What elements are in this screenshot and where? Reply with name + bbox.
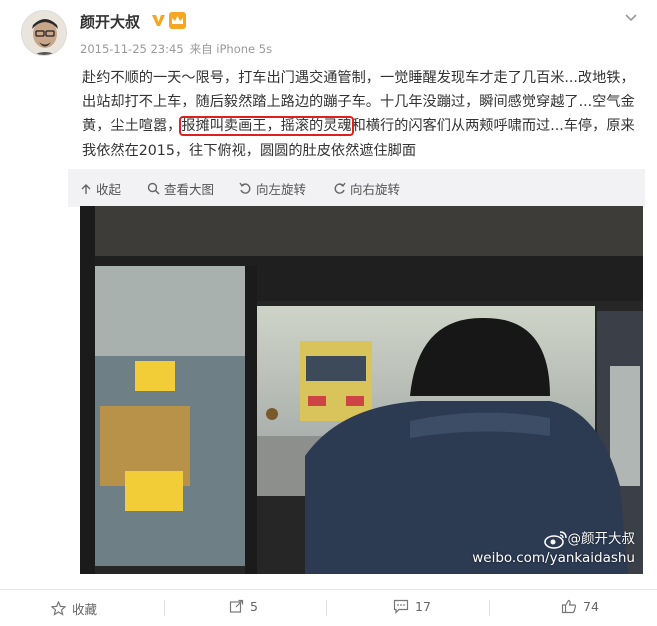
comment-icon — [393, 599, 409, 614]
collapse-button[interactable]: 收起 — [80, 179, 121, 198]
collapse-label: 收起 — [96, 182, 122, 197]
repost-count: 5 — [250, 599, 258, 614]
rotate-right-label: 向右旋转 — [350, 182, 401, 197]
search-icon — [147, 182, 160, 195]
post-text: 赴约不顺的一天～限号，打车出门遇交通管制，一觉睡醒发现车才走了几百米...改地铁… — [82, 66, 644, 163]
favorite-button[interactable]: 收藏 — [51, 599, 97, 618]
avatar[interactable] — [21, 10, 67, 56]
image-toolbar: 收起 查看大图 向左旋转 向右旋转 — [68, 169, 645, 207]
crown-icon[interactable] — [169, 12, 186, 29]
comment-count: 17 — [415, 599, 431, 614]
chevron-down-icon[interactable] — [623, 9, 639, 25]
watermark-handle: @颜开大叔 — [567, 531, 636, 547]
post-photo[interactable]: @颜开大叔 weibo.com/yankaidashu — [80, 206, 643, 574]
favorite-label: 收藏 — [72, 602, 98, 617]
timestamp[interactable]: 2015-11-25 23:45 — [80, 42, 184, 56]
highlighted-text: 报摊叫卖画王，摇滚的灵魂 — [179, 116, 354, 137]
source: 来自 iPhone 5s — [189, 42, 273, 56]
repost-icon — [229, 599, 244, 613]
author-name[interactable]: 颜开大叔 — [80, 11, 140, 32]
photo-watermark: @颜开大叔 weibo.com/yankaidashu — [472, 530, 635, 568]
post-header: 颜开大叔 2015-11-25 23:45 来自 iPhone 5s — [0, 0, 657, 66]
collapse-icon — [81, 183, 91, 194]
star-icon — [51, 601, 66, 616]
separator — [164, 600, 165, 616]
comment-button[interactable]: 17 — [393, 599, 431, 614]
like-button[interactable]: 74 — [561, 599, 599, 614]
post-meta: 2015-11-25 23:45 来自 iPhone 5s — [80, 41, 278, 57]
action-bar: 收藏 5 17 74 — [0, 594, 657, 622]
like-count: 74 — [583, 599, 599, 614]
view-large-label: 查看大图 — [164, 182, 215, 197]
photo-scene — [80, 206, 643, 574]
weibo-logo-icon — [543, 531, 567, 549]
like-icon — [561, 599, 577, 614]
verified-icon — [151, 13, 166, 28]
repost-button[interactable]: 5 — [229, 599, 258, 614]
rotate-left-label: 向左旋转 — [256, 182, 307, 197]
view-large-button[interactable]: 查看大图 — [147, 179, 214, 198]
rotate-left-button[interactable]: 向左旋转 — [239, 179, 306, 198]
rotate-left-icon — [239, 182, 251, 194]
rotate-right-button[interactable]: 向右旋转 — [333, 179, 400, 198]
divider — [0, 589, 657, 590]
watermark-url: weibo.com/yankaidashu — [472, 550, 635, 566]
separator — [489, 600, 490, 616]
rotate-right-icon — [334, 182, 346, 194]
separator — [326, 600, 327, 616]
